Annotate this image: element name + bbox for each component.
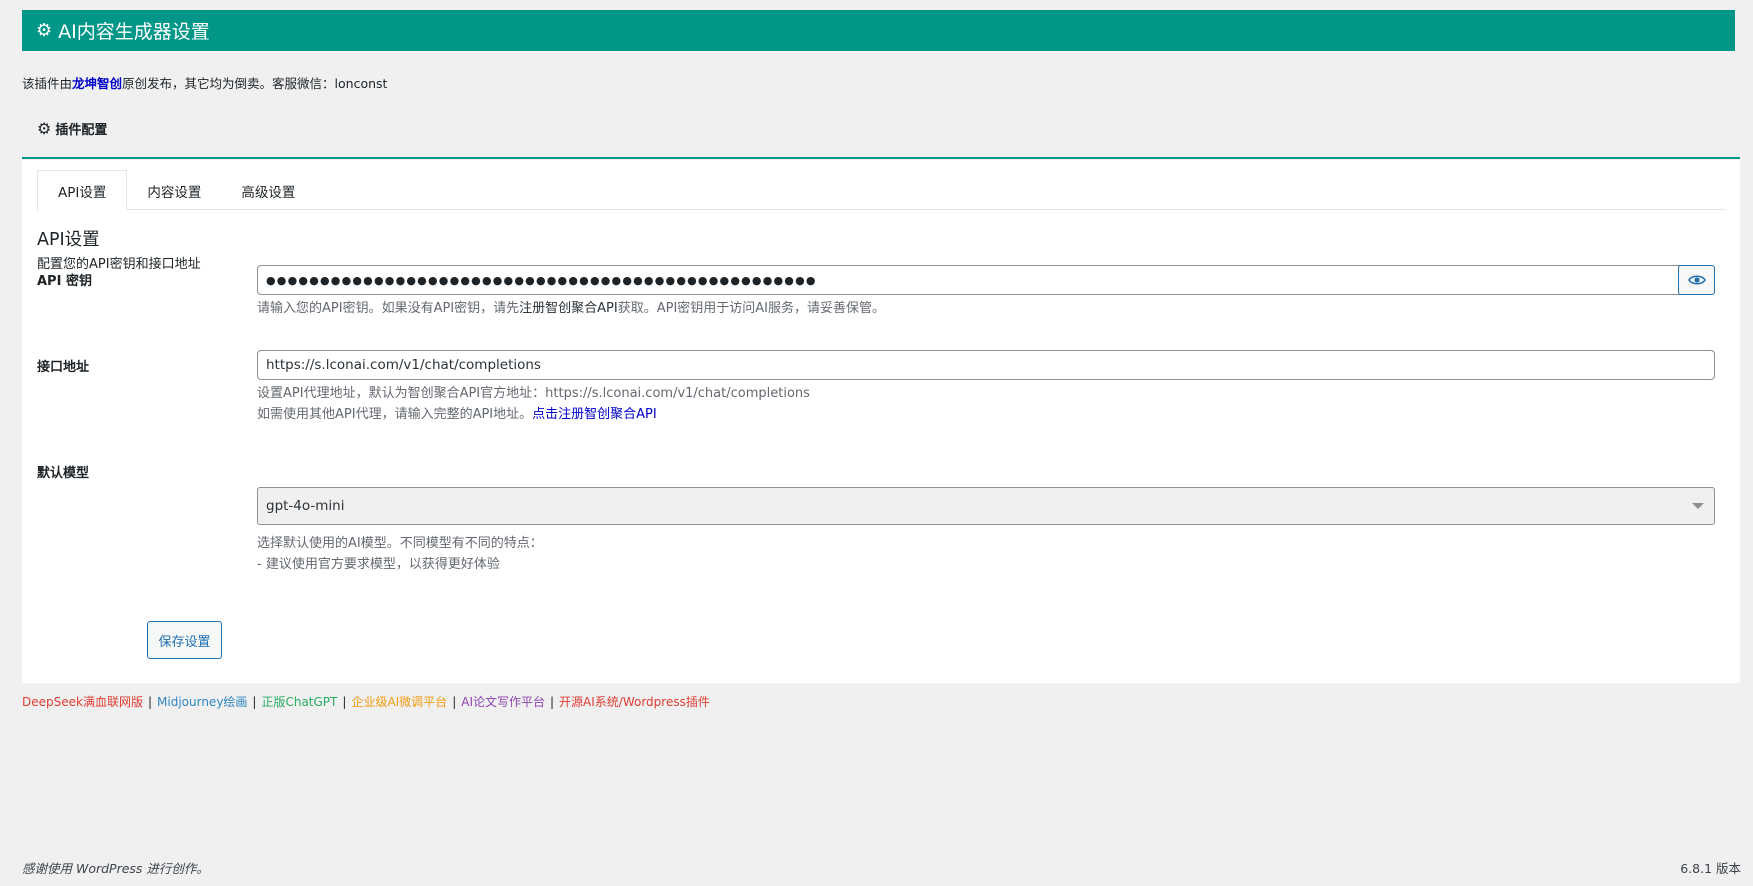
tab-content-settings[interactable]: 内容设置 [127,170,221,211]
link-separator: | [452,694,457,709]
link-separator: | [252,694,257,709]
api-key-field: ●●●●●●●●●●●●●●●●●●●●●●●●●●●●●●●●●●●●●●●●… [257,265,1715,295]
link-opensource[interactable]: 开源AI系统/Wordpress插件 [559,693,710,710]
page-title: AI内容生成器设置 [58,21,210,43]
link-separator: | [342,694,347,709]
config-section-header: ⚙ 插件配置 [22,100,1740,159]
register-api-link[interactable]: 点击注册智创聚合API [532,407,657,422]
page-header: ⚙ AI内容生成器设置 [22,10,1735,51]
endpoint-input[interactable]: https://s.lconai.com/v1/chat/completions [257,350,1715,380]
api-key-help-suffix: 获取。API密钥用于访问AI服务，请妥善保管。 [617,301,886,316]
link-separator: | [147,694,153,709]
notice-suffix: 原创发布，其它均为倒卖。客服微信：lonconst [122,76,388,91]
model-select[interactable]: gpt-4o-mini [257,487,1715,525]
model-help-line2: - 建议使用官方要求模型，以获得更好体验 [257,557,500,572]
endpoint-help-line2: 如需使用其他API代理，请输入完整的API地址。点击注册智创聚合API [257,403,657,422]
footer-thanks: 感谢使用 WordPress 进行创作。 [22,861,209,876]
link-paper-writing[interactable]: AI论文写作平台 [461,693,545,710]
api-key-help: 请输入您的API密钥。如果没有API密钥，请先注册智创聚合API获取。API密钥… [257,297,885,316]
api-key-help-prefix: 请输入您的API密钥。如果没有API密钥，请先 [257,301,520,316]
plugin-notice: 该插件由龙坤智创原创发布，其它均为倒卖。客服微信：lonconst [22,73,387,92]
tab-api-settings[interactable]: API设置 [37,170,128,211]
footer-version: 6.8.1 版本 [1680,861,1741,876]
config-title: 插件配置 [55,123,108,138]
toggle-visibility-button[interactable] [1678,265,1715,295]
link-deepseek[interactable]: DeepSeek满血联网版 [22,693,143,710]
endpoint-help-prefix: 如需使用其他API代理，请输入完整的API地址。 [257,407,533,422]
api-key-input[interactable]: ●●●●●●●●●●●●●●●●●●●●●●●●●●●●●●●●●●●●●●●●… [258,274,1678,287]
endpoint-help-line1: 设置API代理地址，默认为智创聚合API官方地址：https://s.lcona… [257,386,810,401]
save-button[interactable]: 保存设置 [147,621,222,659]
gear-icon: ⚙ [37,119,52,138]
promo-links: DeepSeek满血联网版 | Midjourney绘画 | 正版ChatGPT… [22,693,710,710]
api-key-label: API 密钥 [37,274,92,289]
tab-advanced-settings[interactable]: 高级设置 [221,170,315,211]
link-chatgpt[interactable]: 正版ChatGPT [261,693,337,710]
settings-panel: API设置 内容设置 高级设置 API设置 配置您的API密钥和接口地址 API… [22,160,1740,683]
endpoint-label: 接口地址 [37,360,90,375]
eye-icon [1687,275,1706,285]
notice-prefix: 该插件由 [22,76,73,91]
brand-name: 龙坤智创 [72,76,123,91]
gear-icon: ⚙ [36,20,53,41]
api-key-help-strong: 注册智创聚合API [519,301,618,316]
model-help-line1: 选择默认使用的AI模型。不同模型有不同的特点： [257,536,543,551]
model-label: 默认模型 [37,466,90,481]
model-selected-value: gpt-4o-mini [266,498,345,514]
settings-tabs: API设置 内容设置 高级设置 [37,170,1725,211]
link-finetune[interactable]: 企业级AI微调平台 [351,693,447,710]
link-separator: | [549,694,555,709]
chevron-down-icon [1692,503,1704,509]
section-title: API设置 [37,230,100,250]
link-midjourney[interactable]: Midjourney绘画 [157,693,247,710]
